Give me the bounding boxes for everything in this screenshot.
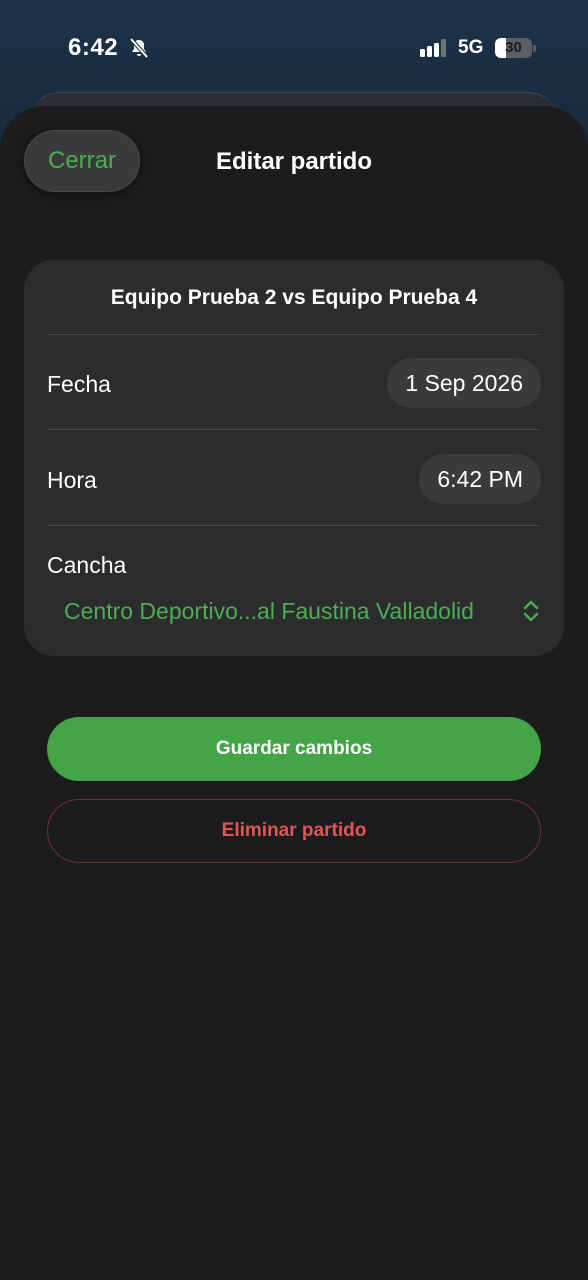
chevron-up-down-icon[interactable] [521,598,541,624]
save-button[interactable]: Guardar cambios [47,717,541,781]
signal-icon [420,39,450,57]
edit-match-sheet: Cerrar Editar partido Equipo Prueba 2 vs… [0,106,588,1280]
status-time: 6:42 [68,34,119,61]
time-label: Hora [47,467,97,493]
date-picker-button[interactable]: 1 Sep 2026 [387,358,541,408]
time-picker-button[interactable]: 6:42 PM [419,454,541,504]
network-type: 5G [458,37,484,58]
court-label: Cancha [47,552,127,578]
delete-match-button[interactable]: Eliminar partido [47,799,541,863]
bell-slash-icon [128,37,150,59]
battery-percent: 30 [505,39,522,56]
status-bar: 6:42 5G 30 [0,0,588,92]
divider [47,334,541,335]
divider [47,525,541,526]
battery-icon: 30 [495,38,537,58]
match-title: Equipo Prueba 2 vs Equipo Prueba 4 [110,286,478,309]
match-details-card: Equipo Prueba 2 vs Equipo Prueba 4 Fecha… [24,260,564,656]
page-title: Editar partido [215,148,372,175]
screen: 6:42 5G 30 Cerrar Editar partido Equipo … [0,0,588,1280]
court-picker[interactable]: Centro Deportivo...al Faustina Valladoli… [64,598,474,625]
date-label: Fecha [47,371,111,397]
divider [47,429,541,430]
